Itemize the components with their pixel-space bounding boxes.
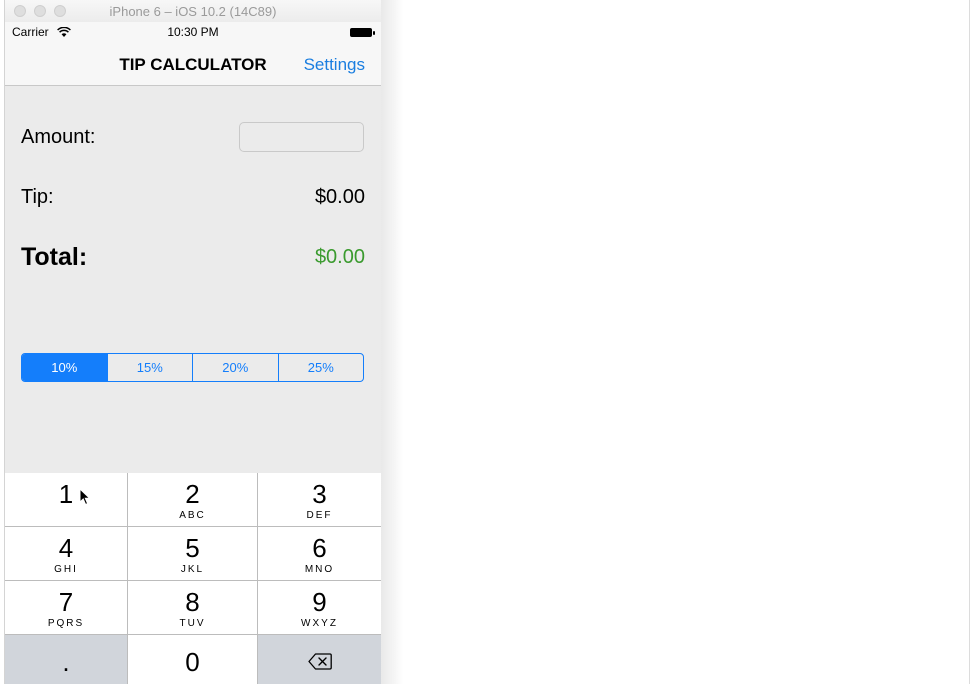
key-2-letters: ABC bbox=[179, 510, 206, 521]
simulator-window: iPhone 6 – iOS 10.2 (14C89) Carrier 10:3… bbox=[4, 0, 382, 684]
simulator-window-title: iPhone 6 – iOS 10.2 (14C89) bbox=[109, 4, 277, 19]
key-8[interactable]: 8 TUV bbox=[128, 581, 258, 635]
key-7[interactable]: 7 PQRS bbox=[5, 581, 128, 635]
key-1[interactable]: 1 bbox=[5, 473, 128, 527]
key-4-letters: GHI bbox=[54, 564, 78, 575]
total-label: Total: bbox=[21, 243, 88, 271]
key-4-digit: 4 bbox=[58, 533, 74, 563]
delete-key[interactable] bbox=[258, 635, 381, 684]
key-5-digit: 5 bbox=[185, 533, 200, 563]
battery-tip-icon bbox=[373, 31, 375, 35]
key-6-digit: 6 bbox=[312, 533, 327, 563]
key-8-letters: TUV bbox=[179, 618, 206, 629]
total-value: $0.00 bbox=[314, 246, 365, 268]
key-9-letters: WXYZ bbox=[301, 618, 338, 629]
calculator-content: Amount: Tip: $0.00 Total: $0.00 10% 15% … bbox=[5, 86, 381, 473]
key-3-letters: DEF bbox=[306, 510, 333, 521]
key-2[interactable]: 2 ABC bbox=[128, 473, 258, 527]
key-7-letters: PQRS bbox=[47, 618, 85, 629]
key-8-digit: 8 bbox=[185, 587, 200, 617]
screen-edge-divider bbox=[969, 0, 970, 684]
backspace-icon bbox=[307, 653, 332, 670]
tip-value: $0.00 bbox=[314, 186, 365, 208]
key-5-letters: JKL bbox=[180, 564, 205, 575]
key-3[interactable]: 3 DEF bbox=[258, 473, 381, 527]
decimal-key[interactable]: . bbox=[5, 635, 128, 684]
key-9[interactable]: 9 WXYZ bbox=[258, 581, 381, 635]
status-time: 10:30 PM bbox=[167, 25, 219, 39]
key-1-digit: 1 bbox=[58, 479, 74, 509]
tip-option-25[interactable]: 25% bbox=[277, 354, 364, 381]
tip-option-15[interactable]: 15% bbox=[106, 354, 193, 381]
key-2-digit: 2 bbox=[185, 479, 200, 509]
key-6[interactable]: 6 MNO bbox=[258, 527, 381, 581]
key-0[interactable]: 0 bbox=[128, 635, 258, 684]
tip-label: Tip: bbox=[21, 186, 54, 208]
key-5[interactable]: 5 JKL bbox=[128, 527, 258, 581]
key-0-digit: 0 bbox=[185, 647, 200, 677]
key-4[interactable]: 4 GHI bbox=[5, 527, 128, 581]
navigation-bar: TIP CALCULATOR Settings bbox=[5, 42, 381, 86]
key-3-digit: 3 bbox=[312, 479, 327, 509]
key-6-letters: MNO bbox=[304, 564, 335, 575]
tip-percentage-selector: 10% 15% 20% 25% bbox=[21, 353, 364, 382]
simulator-title-bar[interactable]: iPhone 6 – iOS 10.2 (14C89) bbox=[5, 0, 381, 23]
key-7-digit: 7 bbox=[58, 587, 74, 617]
window-shadow bbox=[381, 0, 403, 684]
settings-button[interactable]: Settings bbox=[304, 55, 365, 75]
mouse-pointer-icon bbox=[79, 488, 91, 506]
decimal-key-label: . bbox=[62, 647, 70, 677]
status-bar: Carrier 10:30 PM bbox=[5, 22, 381, 42]
tip-option-20[interactable]: 20% bbox=[192, 354, 278, 381]
amount-label: Amount: bbox=[21, 126, 96, 148]
key-9-digit: 9 bbox=[312, 587, 327, 617]
battery-icon bbox=[350, 28, 372, 37]
amount-input[interactable] bbox=[239, 122, 364, 152]
number-keypad: 1 2 ABC 3 DEF 4 GHI 5 JKL 6 MNO 7 PQRS 8 bbox=[5, 473, 381, 684]
tip-option-10[interactable]: 10% bbox=[22, 354, 107, 381]
